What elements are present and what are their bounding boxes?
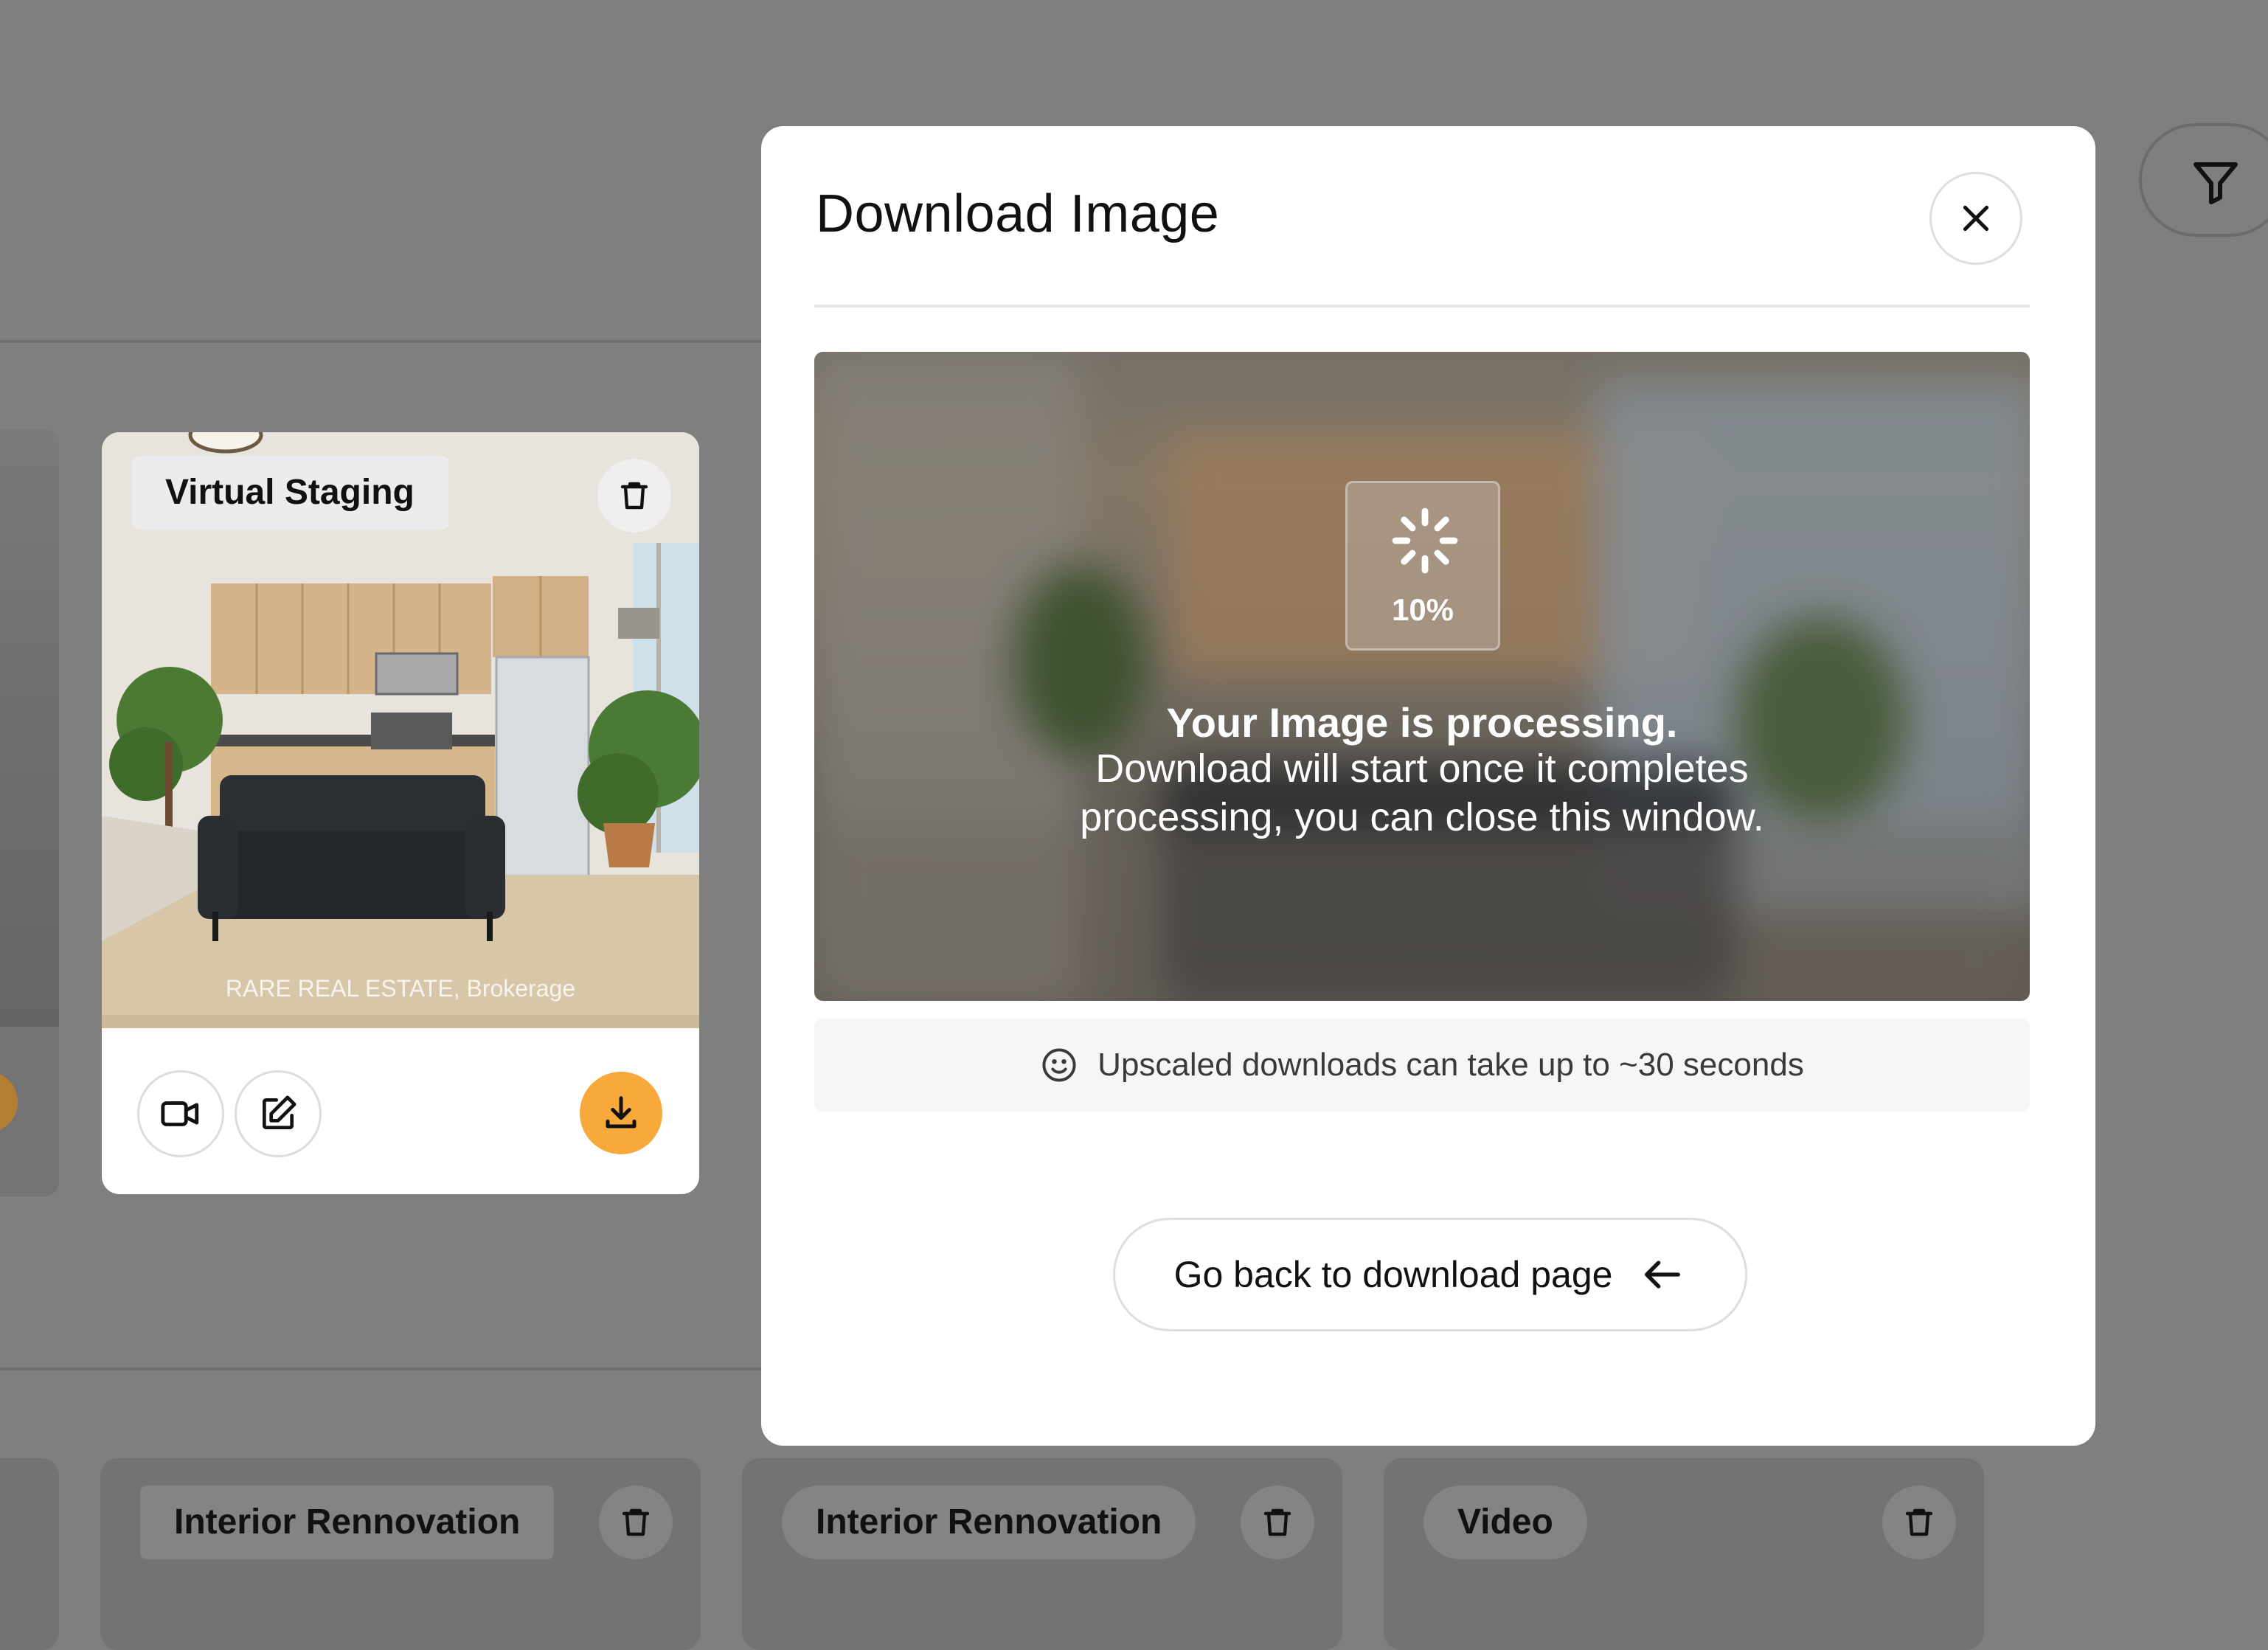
bottom-card-3[interactable]: Video	[1384, 1458, 1984, 1650]
watermark-text: RARE REAL ESTATE, Brokerage	[225, 975, 576, 1002]
processing-line-1: Download will start once it completes	[1095, 746, 1749, 791]
delete-button[interactable]	[599, 1486, 673, 1559]
tag-video: Video	[1423, 1486, 1587, 1559]
smile-icon	[1042, 1048, 1076, 1082]
delete-button[interactable]	[1241, 1486, 1314, 1559]
tag-virtual-staging: Virtual Staging	[131, 456, 448, 530]
trash-icon	[1263, 1508, 1291, 1536]
info-text: Upscaled downloads can take up to ~30 se…	[1097, 1047, 1804, 1083]
download-button[interactable]	[580, 1072, 662, 1154]
tag-interior-rennovation: Interior Rennovation	[782, 1486, 1196, 1559]
processing-line-2: processing, you can close this window.	[1080, 795, 1764, 839]
delete-button[interactable]	[597, 459, 671, 533]
progress-percent: 10%	[1391, 592, 1454, 627]
trash-icon	[620, 482, 648, 510]
arrow-left-icon	[1645, 1261, 1681, 1289]
download-icon	[606, 1096, 637, 1129]
processing-title: Your Image is processing.	[1166, 699, 1678, 746]
image-card[interactable]: RARE REAL ESTATE, Brokerage Virtual Stag…	[102, 432, 699, 1194]
modal-title: Download Image	[816, 184, 1220, 243]
delete-button[interactable]	[1882, 1486, 1956, 1559]
header-divider	[0, 340, 767, 343]
filter-button[interactable]	[2139, 123, 2268, 237]
download-modal: Download Image 10% Your Image is process…	[761, 126, 2095, 1446]
trash-icon	[622, 1508, 650, 1536]
image-preview-blurred: 10% Your Image is processing. Download w…	[814, 352, 2030, 1001]
edit-button[interactable]	[235, 1070, 322, 1157]
partial-card-photo	[0, 429, 59, 1027]
close-button[interactable]	[1929, 172, 2022, 265]
trash-icon	[1905, 1508, 1933, 1536]
card-photo: RARE REAL ESTATE, Brokerage Virtual Stag…	[102, 432, 699, 1028]
back-button-label: Go back to download page	[1173, 1254, 1613, 1295]
close-icon	[1963, 205, 1989, 232]
partial-bottom-card	[0, 1458, 59, 1650]
info-bar: Upscaled downloads can take up to ~30 se…	[814, 1019, 2030, 1112]
filter-icon	[2194, 162, 2238, 204]
edit-icon	[263, 1095, 296, 1129]
modal-divider	[814, 305, 2030, 308]
back-to-download-page-button[interactable]: Go back to download page	[1113, 1218, 1747, 1331]
bottom-card-1[interactable]: Interior Rennovation	[100, 1458, 701, 1650]
spinner-icon	[1392, 507, 1458, 574]
tag-interior-rennovation: Interior Rennovation	[140, 1486, 555, 1559]
bottom-card-2[interactable]: Interior Rennovation	[742, 1458, 1342, 1650]
partial-download-button[interactable]	[0, 1071, 18, 1133]
video-button[interactable]	[137, 1070, 224, 1157]
section-divider	[0, 1368, 767, 1370]
partial-card-left	[0, 429, 59, 1196]
progress-indicator: 10%	[1345, 481, 1500, 651]
video-camera-icon	[161, 1101, 199, 1126]
